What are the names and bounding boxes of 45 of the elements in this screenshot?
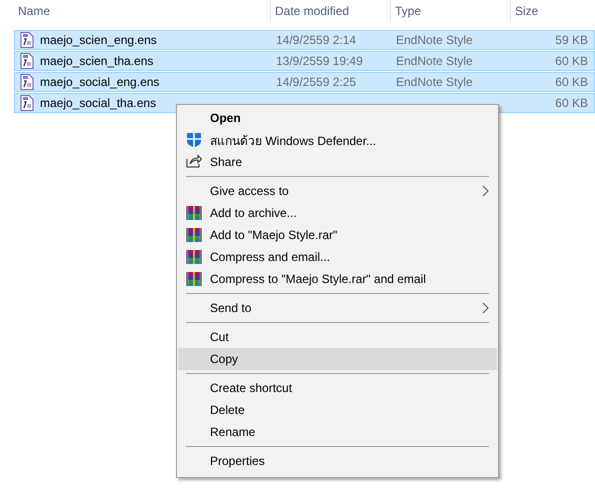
menu-item[interactable]: Add to archive... <box>178 202 497 224</box>
menu-item[interactable]: Compress to "Maejo Style.rar" and email <box>178 268 497 290</box>
archive-icon <box>186 227 202 243</box>
column-header[interactable]: Size <box>511 0 595 22</box>
file-name: maejo_scien_eng.ens <box>40 33 157 47</box>
menu-item[interactable]: Copy <box>178 348 497 370</box>
menu-item[interactable]: Create shortcut <box>178 377 497 399</box>
menu-item[interactable]: Properties <box>178 450 497 472</box>
menu-item[interactable]: Give access to <box>178 180 497 202</box>
file-row[interactable]: maejo_scien_eng.ens 14/9/2559 2:14 EndNote Style 59 KB <box>14 30 595 50</box>
shield-icon <box>186 132 202 148</box>
file-row[interactable]: maejo_social_eng.ens 14/9/2559 2:25 EndNote Style 60 KB <box>14 72 595 92</box>
archive-icon <box>186 205 202 221</box>
file-icon <box>20 53 34 69</box>
menu-item[interactable]: Compress and email... <box>178 246 497 268</box>
menu-item[interactable]: Rename <box>178 421 497 443</box>
file-row[interactable]: maejo_scien_tha.ens 13/9/2559 19:49 EndNote Style 60 KB <box>14 51 595 71</box>
menu-item[interactable]: Delete <box>178 399 497 421</box>
file-icon <box>20 95 34 111</box>
type-cell-text: EndNote Style <box>395 33 474 47</box>
menu-item[interactable]: Share <box>178 151 497 173</box>
file-name: maejo_social_eng.ens <box>40 75 160 89</box>
column-header[interactable]: Date modified <box>271 0 391 22</box>
file-name: maejo_social_tha.ens <box>40 96 156 110</box>
column-header[interactable]: Name <box>14 0 271 22</box>
menu-item[interactable]: สแกนด้วย Windows Defender... <box>178 129 497 151</box>
file-icon <box>20 32 34 48</box>
type-cell-text: EndNote Style <box>395 75 474 89</box>
file-name: maejo_scien_tha.ens <box>40 54 154 68</box>
archive-icon <box>186 271 202 287</box>
file-icon <box>20 74 34 90</box>
menu-item[interactable]: Cut <box>178 326 497 348</box>
type-cell-text: EndNote Style <box>395 54 474 68</box>
date-cell-text: 14/9/2559 2:25 <box>275 75 358 89</box>
column-header[interactable]: Type <box>391 0 511 22</box>
menu-item[interactable]: Add to "Maejo Style.rar" <box>178 224 497 246</box>
size-cell-text: 60 KB <box>554 54 589 68</box>
size-cell-text: 60 KB <box>554 96 589 110</box>
share-icon <box>186 154 202 168</box>
size-cell-text: 60 KB <box>554 75 589 89</box>
date-cell-text: 14/9/2559 2:14 <box>275 33 358 47</box>
size-cell-text: 59 KB <box>554 33 589 47</box>
date-cell-text: 13/9/2559 19:49 <box>275 54 364 68</box>
menu-item[interactable]: Send to <box>178 297 497 319</box>
archive-icon <box>186 249 202 265</box>
